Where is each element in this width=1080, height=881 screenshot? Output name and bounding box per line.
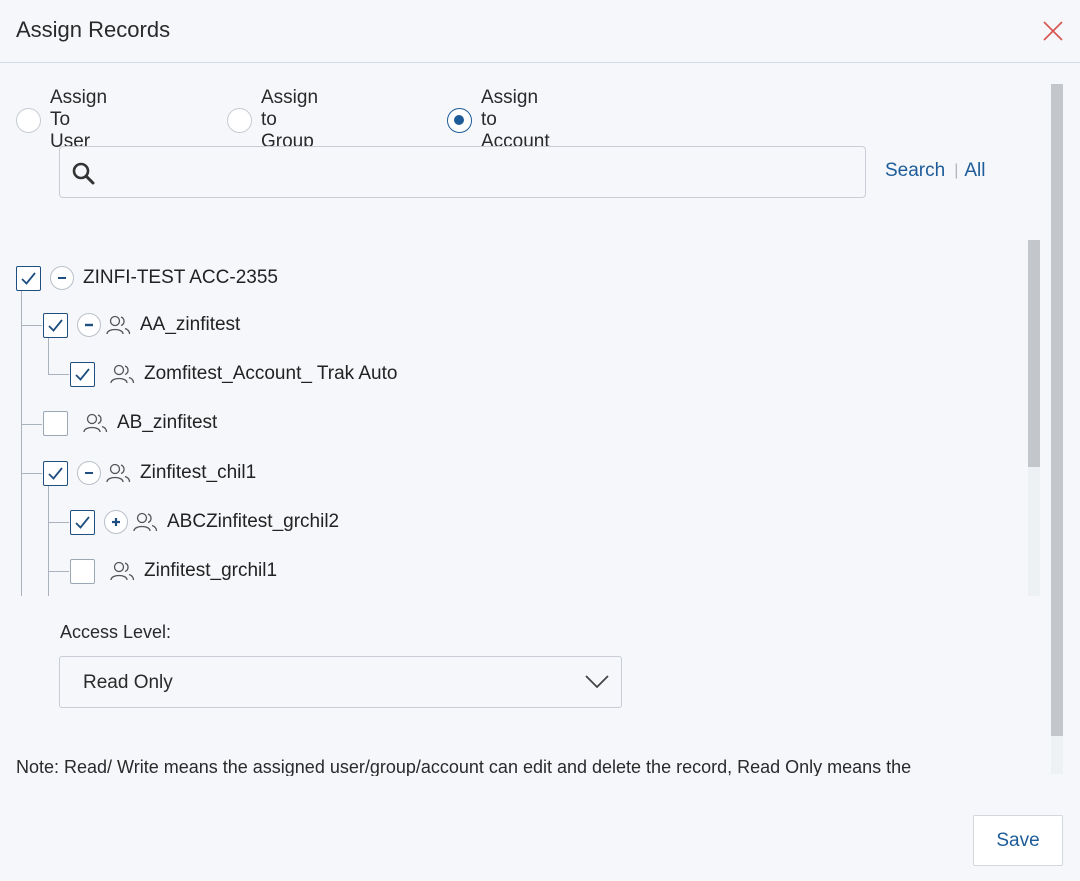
access-level-label: Access Level: [60, 622, 172, 642]
radio-assign-to-account[interactable]: Assign to Account [447, 87, 550, 153]
tree-node[interactable]: Zinfitest_grchil1 [70, 558, 277, 584]
tree-node[interactable]: AA_zinfitest [43, 312, 240, 338]
node-checkbox[interactable] [70, 509, 95, 535]
node-label: Zinfitest_chil1 [140, 462, 257, 483]
radio-label: Assign to Account [481, 87, 550, 152]
tree-scrollbar-thumb[interactable] [1028, 240, 1040, 467]
node-checkbox[interactable] [43, 460, 68, 486]
save-button[interactable]: Save [973, 815, 1063, 866]
collapse-toggle[interactable] [77, 461, 101, 485]
tree-connector [48, 374, 69, 375]
group-icon [83, 413, 108, 433]
node-label: ZINFI-TEST ACC-2355 [83, 267, 278, 288]
tree-node[interactable]: ABCZinfitest_grchil2 [70, 509, 339, 535]
tree-connector [48, 522, 69, 523]
search-icon [72, 162, 95, 185]
dialog-title: Assign Records [16, 17, 171, 42]
minus-icon [58, 277, 66, 279]
group-icon [133, 512, 158, 532]
dialog-header: Assign Records [0, 0, 1080, 63]
node-checkbox[interactable] [16, 265, 41, 291]
all-link[interactable]: All [964, 160, 985, 182]
radio-assign-to-user[interactable]: Assign To User [16, 87, 107, 153]
tree-connector [48, 486, 49, 596]
checkmark-icon [48, 466, 63, 480]
radio-label: Assign To User [50, 87, 108, 152]
close-button[interactable] [1041, 19, 1065, 43]
account-tree: ZINFI-TEST ACC-2355 AA_zinfitest Zomfite… [0, 240, 1040, 596]
tree-connector [21, 424, 42, 425]
group-icon [106, 315, 131, 335]
search-link[interactable]: Search [885, 160, 945, 182]
radio-label: Assign to Group [261, 87, 319, 152]
radio-circle[interactable] [16, 107, 41, 133]
minus-icon [85, 472, 93, 474]
checkmark-icon [75, 515, 90, 529]
tree-node[interactable]: Zomfitest_Account_ Trak Auto [70, 361, 397, 387]
tree-connector [21, 290, 22, 596]
search-input[interactable] [110, 155, 850, 189]
tree-connector [21, 473, 42, 474]
tree-node[interactable]: Zinfitest_chil1 [43, 460, 256, 486]
close-icon [1043, 21, 1063, 41]
minus-icon [85, 323, 93, 327]
node-label: Zinfitest_grchil1 [144, 560, 278, 581]
node-checkbox[interactable] [70, 361, 95, 387]
tree-connector [48, 338, 49, 375]
node-checkbox[interactable] [70, 558, 95, 584]
collapse-toggle[interactable] [50, 266, 74, 290]
tree-connector [21, 325, 42, 326]
node-label: AA_zinfitest [140, 314, 241, 335]
dialog-scrollbar-thumb[interactable] [1051, 84, 1063, 736]
group-icon [106, 463, 131, 483]
search-links: Search | All [885, 160, 985, 182]
tree-node-root[interactable]: ZINFI-TEST ACC-2355 [16, 265, 278, 291]
tree-connector [48, 571, 69, 572]
search-separator: | [954, 162, 959, 179]
access-level-select[interactable]: Read Only [59, 656, 622, 708]
radio-circle-selected[interactable] [447, 107, 472, 133]
plus-icon [112, 518, 120, 526]
radio-assign-to-group[interactable]: Assign to Group [227, 87, 318, 153]
search-box [59, 146, 866, 198]
checkmark-icon [75, 367, 90, 381]
node-checkbox[interactable] [43, 312, 68, 338]
group-icon [110, 364, 135, 384]
expand-toggle[interactable] [104, 510, 128, 534]
node-label: Zomfitest_Account_ Trak Auto [144, 363, 398, 384]
tree-node[interactable]: AB_zinfitest [43, 410, 217, 436]
access-note: Note: Read/ Write means the assigned use… [16, 757, 912, 776]
node-label: ABCZinfitest_grchil2 [167, 511, 340, 532]
collapse-toggle[interactable] [77, 313, 101, 337]
radio-circle[interactable] [227, 107, 252, 133]
checkmark-icon [48, 318, 63, 332]
checkmark-icon [21, 271, 36, 285]
access-level-value: Read Only [83, 672, 173, 693]
node-checkbox[interactable] [43, 410, 68, 436]
group-icon [110, 561, 135, 581]
node-label: AB_zinfitest [117, 412, 218, 433]
chevron-down-icon [585, 675, 609, 689]
